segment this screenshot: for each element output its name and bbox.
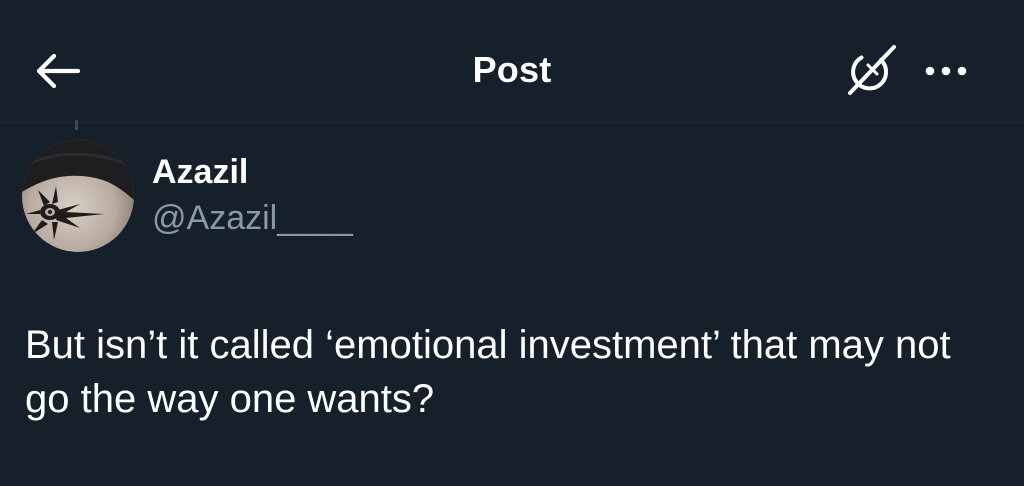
avatar[interactable] [22, 140, 134, 252]
thread-connector [75, 120, 78, 130]
author-display-name[interactable]: Azazil [152, 153, 248, 192]
more-options-button[interactable] [918, 56, 974, 86]
grok-button[interactable] [842, 44, 900, 98]
author-handle[interactable]: @Azazil____ [152, 199, 353, 238]
post-page: Post Azazil @Azazil____ But isn’t it cal… [0, 0, 1024, 486]
more-horizontal-icon [925, 66, 967, 76]
post-body-text: But isn’t it called ‘emotional investmen… [25, 323, 951, 421]
avatar-tattoo-photo [22, 140, 134, 252]
top-app-bar: Post [0, 0, 1024, 123]
grok-icon [848, 45, 896, 95]
